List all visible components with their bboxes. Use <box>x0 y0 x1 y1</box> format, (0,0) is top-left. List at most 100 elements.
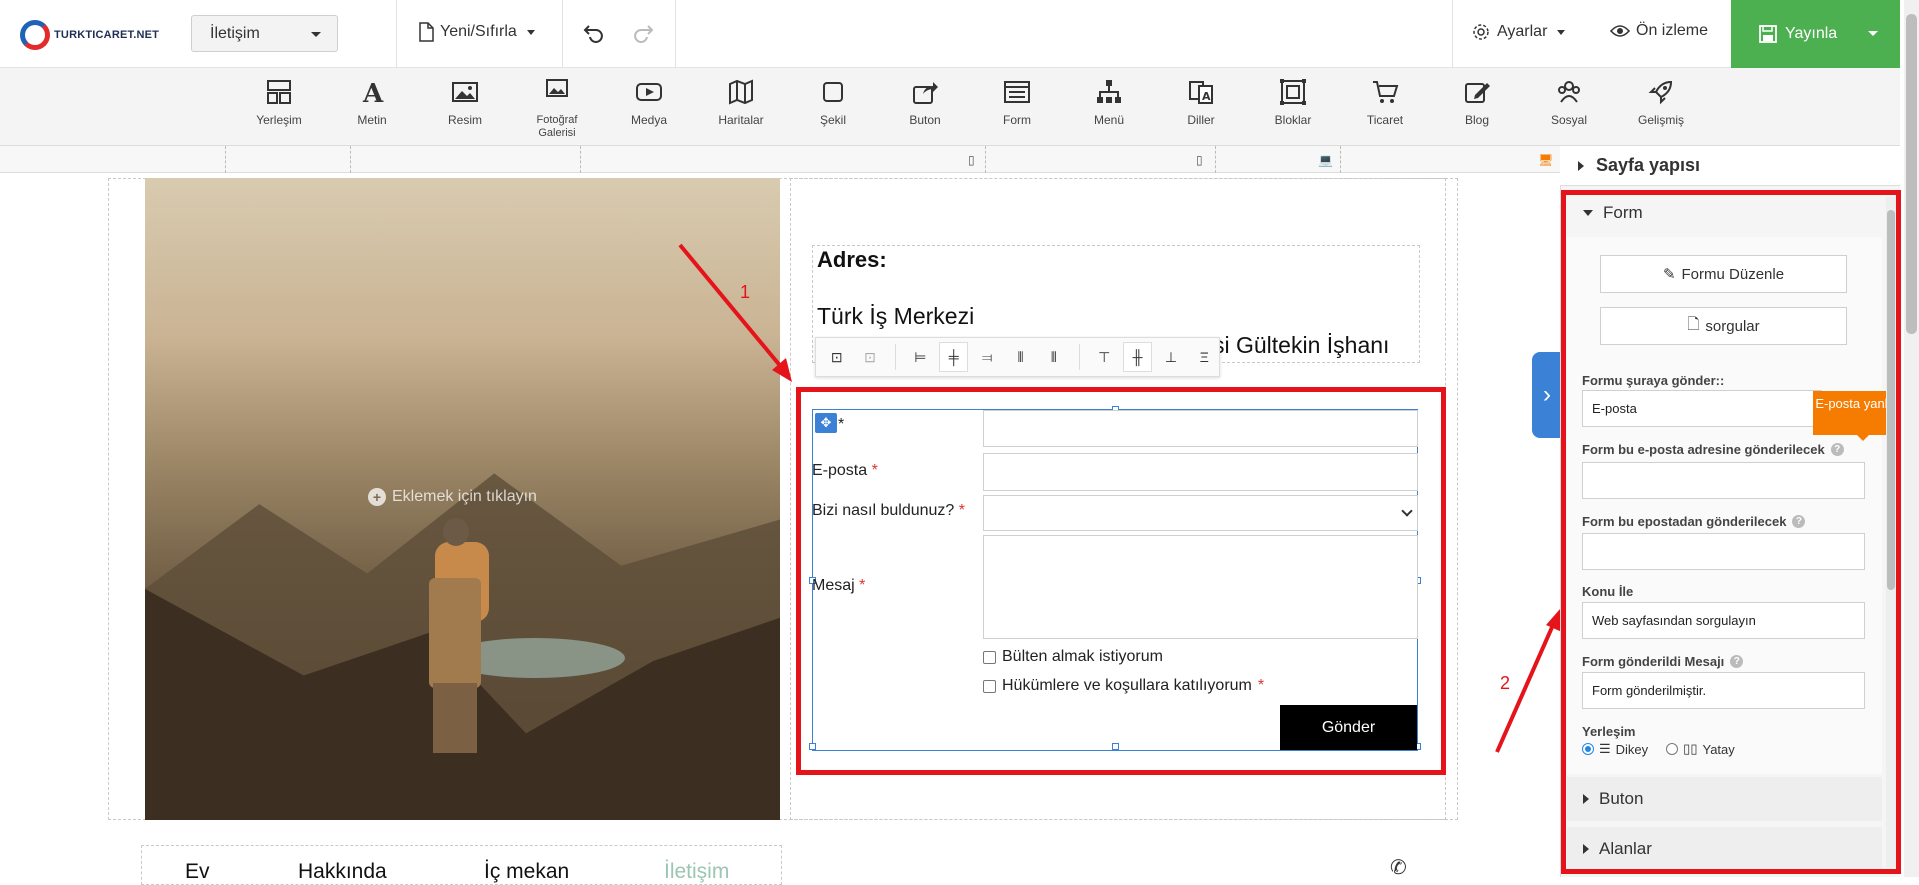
tool-layout[interactable]: Yerleşim <box>239 78 319 127</box>
resize-handle[interactable] <box>809 743 816 750</box>
undo-button[interactable] <box>583 21 605 43</box>
tool-label: Gelişmiş <box>1637 113 1684 127</box>
checkbox-box[interactable] <box>983 679 996 693</box>
move-handle-icon[interactable]: ✥ <box>815 413 837 433</box>
brand-logo[interactable]: TURKTICARET.NET <box>20 20 159 50</box>
tool-image[interactable]: Resim <box>425 78 505 127</box>
annotation-number: 1 <box>740 282 751 302</box>
divider <box>562 0 563 68</box>
annotation-number: 2 <box>1500 673 1511 693</box>
desktop-view-icon[interactable]: 🖥 <box>1538 153 1553 167</box>
align-center-icon[interactable]: ╪ <box>939 342 969 372</box>
gallery-icon <box>517 78 597 108</box>
map-icon <box>701 78 781 108</box>
chevron-down-icon <box>311 32 321 37</box>
tool-shape[interactable]: Şekil <box>793 78 873 127</box>
select-child-icon[interactable]: ⊡ <box>855 342 884 372</box>
settings-button[interactable]: Ayarlar <box>1471 22 1566 42</box>
page-select[interactable]: İletişim <box>191 15 338 52</box>
send-button[interactable]: Gönder <box>1280 705 1417 750</box>
tool-gallery[interactable]: Fotoğraf Galerisi <box>517 78 597 140</box>
add-element-hint[interactable]: + Eklemek için tıklayın <box>368 488 537 506</box>
tool-button[interactable]: Buton <box>885 78 965 127</box>
how-found-select[interactable] <box>983 495 1418 531</box>
align-bottom-icon[interactable]: ⊥ <box>1156 342 1185 372</box>
new-reset-label: Yeni/Sıfırla <box>440 23 517 40</box>
tool-menu[interactable]: Menü <box>1069 78 1149 127</box>
resize-handle[interactable] <box>1112 743 1119 750</box>
distribute-horizontal-icon[interactable]: ⫴ <box>1006 342 1035 372</box>
window-scrollbar-thumb[interactable] <box>1906 14 1917 334</box>
address-line: Türk İş Merkezi <box>817 303 975 329</box>
redo-button[interactable] <box>632 21 654 43</box>
align-right-icon[interactable]: ⫤ <box>972 342 1001 372</box>
nav-item[interactable]: Ev <box>185 860 210 884</box>
eye-icon <box>1610 25 1630 37</box>
nav-item[interactable]: İletişim <box>664 860 729 884</box>
tool-label: Şekil <box>819 113 846 127</box>
tool-label: Medya <box>630 113 668 127</box>
hiker-figure <box>415 518 495 758</box>
save-icon <box>1759 25 1777 43</box>
preview-button[interactable]: Ön izleme <box>1610 22 1708 40</box>
laptop-view-icon[interactable]: 💻 <box>1318 153 1333 167</box>
ruler-tick <box>350 146 351 173</box>
blog-icon <box>1437 78 1517 108</box>
nav-item[interactable]: Hakkında <box>298 860 387 884</box>
rocket-icon <box>1621 78 1701 108</box>
tool-map[interactable]: Haritalar <box>701 78 781 127</box>
social-icon <box>1529 78 1609 108</box>
blocks-icon <box>1253 78 1333 108</box>
terms-checkbox[interactable]: Hükümlere ve koşullara katılıyorum * <box>983 677 1264 695</box>
new-reset-button[interactable]: Yeni/Sıfırla <box>418 22 535 42</box>
tool-text[interactable]: A Metin <box>332 78 412 127</box>
tool-media[interactable]: Medya <box>609 78 689 127</box>
tool-blocks[interactable]: Bloklar <box>1253 78 1333 127</box>
ruler: ▯ ▯ 💻 🖥 <box>0 146 1560 173</box>
divider <box>675 0 676 68</box>
chevron-down-icon <box>526 29 535 35</box>
chevron-down-icon[interactable] <box>1868 31 1878 36</box>
mobile-view-icon[interactable]: ▯ <box>968 153 975 167</box>
how-found-text: Bizi nasıl buldunuz? <box>812 502 955 519</box>
add-hint-label: Eklemek için tıklayın <box>392 488 537 505</box>
nav-item[interactable]: İç mekan <box>484 860 569 884</box>
required-mark: * <box>1257 677 1265 694</box>
tool-form[interactable]: Form <box>977 78 1057 127</box>
tool-label: Haritalar <box>718 113 764 127</box>
distribute-space-icon[interactable]: ⫴ <box>1039 342 1068 372</box>
form-icon <box>977 78 1057 108</box>
email-input[interactable] <box>983 453 1418 491</box>
tool-label: Metin <box>357 113 387 127</box>
chevron-right-icon: › <box>1543 381 1551 408</box>
tablet-view-icon[interactable]: ▯ <box>1196 153 1203 167</box>
cart-icon <box>1345 78 1425 108</box>
page-structure-header[interactable]: Sayfa yapısı <box>1560 146 1900 186</box>
tool-cart[interactable]: Ticaret <box>1345 78 1425 127</box>
align-middle-icon[interactable]: ╫ <box>1122 342 1153 372</box>
tool-social[interactable]: Sosyal <box>1529 78 1609 127</box>
align-top-icon[interactable]: ⊤ <box>1090 342 1119 372</box>
shape-icon <box>793 78 873 108</box>
tool-label: Blog <box>1464 113 1490 127</box>
newsletter-checkbox[interactable]: Bülten almak istiyorum <box>983 648 1163 666</box>
caret-right-icon <box>1578 160 1584 171</box>
text-icon: A <box>332 78 412 109</box>
plus-circle-icon: + <box>368 488 386 506</box>
publish-label: Yayınla <box>1785 25 1838 42</box>
select-parent-icon[interactable]: ⊡ <box>822 342 851 372</box>
panel-toggle-button[interactable]: › <box>1532 352 1562 438</box>
chevron-down-icon <box>1557 29 1566 35</box>
tool-language[interactable]: A Diller <box>1161 78 1241 127</box>
name-field-label: * <box>838 416 844 434</box>
gear-icon <box>1473 24 1489 40</box>
checkbox-box[interactable] <box>983 650 996 664</box>
tool-blog[interactable]: Blog <box>1437 78 1517 127</box>
name-input[interactable] <box>983 410 1418 447</box>
publish-button[interactable]: Yayınla <box>1731 0 1900 68</box>
align-left-icon[interactable]: ⊨ <box>906 342 935 372</box>
distribute-vertical-icon[interactable]: Ξ <box>1190 342 1219 372</box>
message-textarea[interactable] <box>983 535 1418 639</box>
tool-rocket[interactable]: Gelişmiş <box>1621 78 1701 127</box>
required-mark: * <box>838 416 845 433</box>
